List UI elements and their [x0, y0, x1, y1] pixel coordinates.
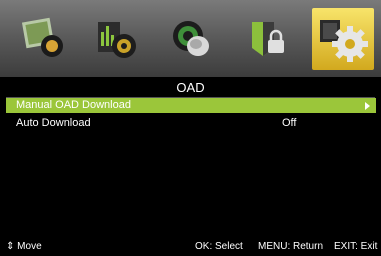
tab-settings[interactable] — [312, 8, 374, 70]
menu-item-value: Off — [282, 117, 297, 129]
sound-icon — [98, 22, 136, 58]
tab-lock[interactable] — [236, 10, 298, 66]
footer-select-hint: OK: Select — [195, 241, 243, 252]
menu-item-label: Auto Download — [16, 117, 91, 129]
menu-item-label: Manual OAD Download — [16, 99, 131, 111]
menu-item-manual-oad-download[interactable]: Manual OAD Download — [6, 98, 376, 113]
footer-move-label: Move — [17, 241, 42, 252]
chevron-right-icon — [365, 102, 370, 110]
channel-icon — [173, 21, 209, 56]
page-title: OAD — [176, 80, 205, 95]
picture-icon — [21, 17, 63, 57]
tab-sound[interactable] — [86, 10, 148, 66]
footer-exit-hint: EXIT: Exit — [334, 241, 378, 252]
lock-icon — [252, 22, 284, 56]
footer-hint-bar: ⇕ Move OK: Select MENU: Return EXIT: Exi… — [0, 238, 381, 256]
settings-gear-icon — [320, 20, 368, 62]
footer-move-hint: ⇕ Move — [6, 238, 42, 256]
up-down-arrows-icon: ⇕ — [6, 241, 15, 252]
menu-item-auto-download[interactable]: Auto Download Off — [6, 116, 376, 131]
tab-channel[interactable] — [160, 10, 222, 66]
footer-return-hint: MENU: Return — [258, 241, 324, 252]
tab-picture[interactable] — [14, 10, 76, 66]
menu-tab-bar — [0, 0, 381, 77]
